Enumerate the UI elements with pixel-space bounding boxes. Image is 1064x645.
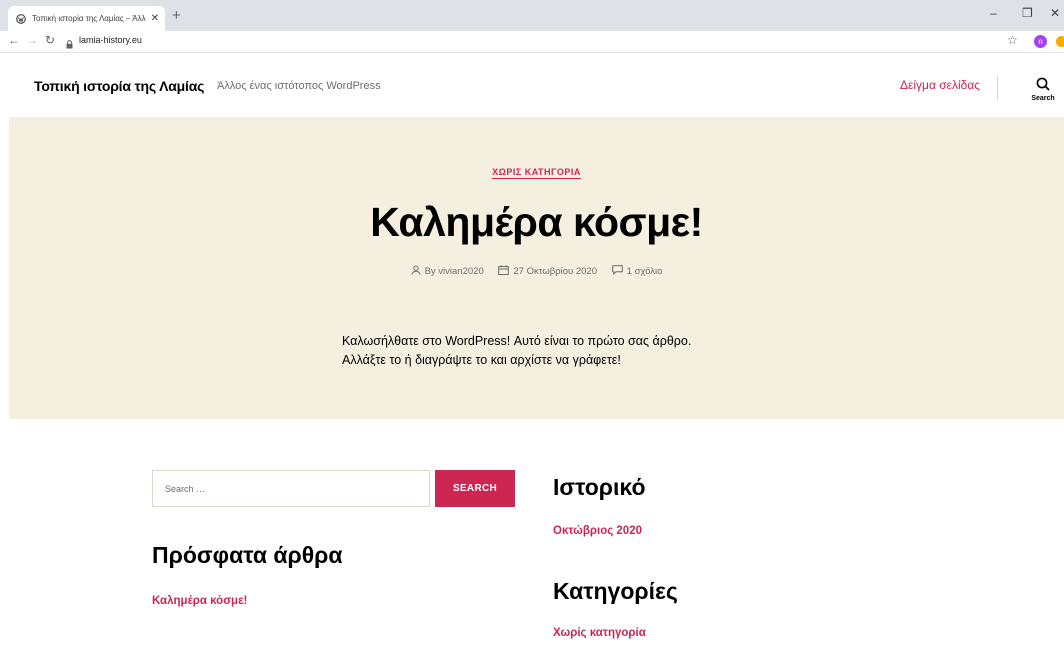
post-excerpt: Καλωσήλθατε στο WordPress! Αυτό είναι το…	[342, 334, 692, 367]
nav-link-sample-page[interactable]: Δείγμα σελίδας	[900, 78, 980, 92]
minimize-icon[interactable]: –	[990, 6, 997, 20]
comment-icon	[611, 265, 627, 278]
archive-link[interactable]: Οκτώβριος 2020	[553, 525, 642, 537]
search-icon	[1036, 77, 1050, 95]
close-window-icon[interactable]: ✕	[1050, 6, 1060, 20]
author-link[interactable]: By vivian2020	[425, 266, 484, 277]
site-header: Τοπική ιστορία της Λαμίας Άλλος ένας ιστ…	[0, 53, 1064, 117]
restore-icon[interactable]: ❐	[1022, 6, 1033, 20]
browser-tabbar: Τοπική ιστορία της Λαμίας – Άλλ ✕ + – ❐ …	[0, 0, 1064, 31]
browser-toolbar: ← → ↻ lamia-history.eu ☆ n	[0, 31, 1064, 53]
lock-icon	[66, 36, 73, 54]
wordpress-favicon-icon	[16, 13, 26, 24]
tab-title: Τοπική ιστορία της Λαμίας – Άλλ	[32, 14, 146, 23]
archives-title: Ιστορικό	[553, 474, 646, 500]
bookmark-star-icon[interactable]: ☆	[1007, 33, 1018, 47]
post-hero: ΧΩΡΙΣ ΚΑΤΗΓΟΡΙΑ Καλημέρα κόσμε! By vivia…	[9, 117, 1064, 419]
header-divider	[997, 75, 998, 101]
site-description: Άλλος ένας ιστότοπος WordPress	[217, 80, 381, 92]
extension-icon[interactable]	[1056, 36, 1064, 47]
recent-posts-title: Πρόσφατα άρθρα	[152, 542, 343, 568]
search-toggle-button[interactable]: Search	[1030, 77, 1056, 102]
search-toggle-label: Search	[1031, 95, 1055, 102]
post-meta: By vivian2020 27 Οκτωβρίου 2020 1 σχόλιο	[9, 265, 1064, 278]
close-tab-icon[interactable]: ✕	[151, 13, 159, 24]
address-bar[interactable]: lamia-history.eu	[79, 35, 142, 45]
reload-icon[interactable]: ↻	[45, 33, 55, 47]
search-input[interactable]	[152, 470, 430, 507]
new-tab-icon[interactable]: +	[172, 8, 181, 23]
post-author: By vivian2020	[411, 265, 484, 278]
post-comments: 1 σχόλιο	[611, 265, 663, 278]
calendar-icon	[498, 265, 513, 278]
comments-link[interactable]: 1 σχόλιο	[627, 266, 663, 277]
post-title[interactable]: Καλημέρα κόσμε!	[9, 199, 1064, 246]
date-link[interactable]: 27 Οκτωβρίου 2020	[513, 266, 597, 277]
profile-avatar[interactable]: n	[1034, 35, 1047, 48]
user-icon	[411, 265, 425, 278]
category-link[interactable]: ΧΩΡΙΣ ΚΑΤΗΓΟΡΙΑ	[492, 167, 581, 179]
back-arrow-icon[interactable]: ←	[8, 33, 20, 47]
recent-post-link[interactable]: Καλημέρα κόσμε!	[152, 595, 247, 607]
forward-arrow-icon[interactable]: →	[26, 33, 38, 47]
search-submit-button[interactable]: SEARCH	[435, 470, 515, 507]
site-title[interactable]: Τοπική ιστορία της Λαμίας	[34, 78, 204, 94]
post-date: 27 Οκτωβρίου 2020	[498, 265, 597, 278]
categories-title: Κατηγορίες	[553, 578, 678, 604]
post-category: ΧΩΡΙΣ ΚΑΤΗΓΟΡΙΑ	[9, 167, 1064, 179]
category-widget-link[interactable]: Χωρίς κατηγορία	[553, 627, 646, 639]
browser-tab[interactable]: Τοπική ιστορία της Λαμίας – Άλλ ✕	[8, 6, 165, 31]
